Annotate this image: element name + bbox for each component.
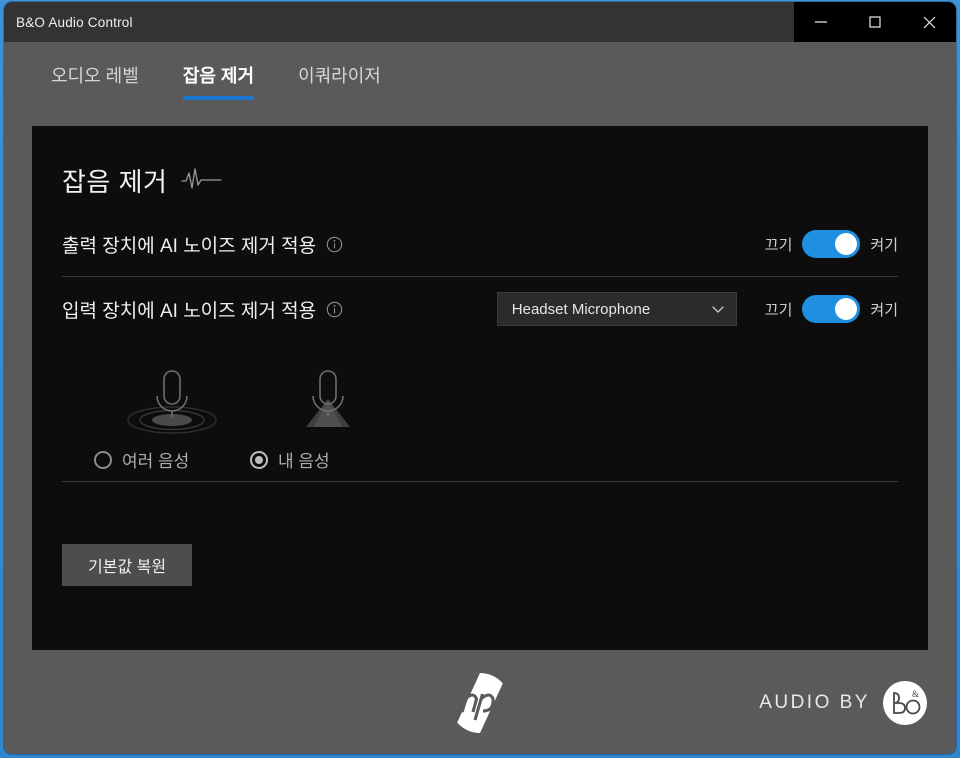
hp-logo	[449, 672, 511, 734]
window-controls	[794, 2, 956, 42]
radio-my-voice[interactable]	[250, 450, 268, 469]
info-icon[interactable]	[326, 301, 343, 318]
tab-label: 오디오 레벨	[51, 66, 139, 86]
toggle-knob	[835, 298, 858, 320]
output-noise-toggle[interactable]	[802, 230, 861, 258]
tab-noise-removal[interactable]: 잡음 제거	[182, 62, 255, 100]
input-device-selected-value: Headset Microphone	[511, 300, 651, 318]
tab-audio-level[interactable]: 오디오 레벨	[51, 62, 139, 100]
radio-multiple-voices[interactable]	[94, 450, 112, 469]
toggle-on-label: 켜기	[870, 236, 898, 254]
input-device-row: 입력 장치에 AI 노이즈 제거 적용 Headset Microphone 끄…	[32, 277, 928, 341]
input-device-label: 입력 장치에 AI 노이즈 제거 적용	[62, 300, 317, 322]
panel-header: 잡음 제거	[32, 126, 928, 212]
bang-olufsen-logo: &	[883, 681, 927, 725]
close-icon	[923, 16, 935, 28]
audio-by-text: AUDIO BY	[759, 692, 870, 713]
maximize-button[interactable]	[848, 2, 902, 42]
input-noise-toggle[interactable]	[802, 295, 861, 323]
tab-active-indicator	[182, 96, 255, 100]
output-device-row: 출력 장치에 AI 노이즈 제거 적용 끄기 켜기	[32, 212, 928, 276]
content-panel: 잡음 제거 출력 장치에 AI 노이즈 제거 적용 끄기 켜기 입력 장치에 A…	[32, 126, 928, 650]
title-bar: B&O Audio Control	[4, 2, 956, 42]
chevron-down-icon	[712, 306, 724, 313]
desktop-background: B&O Audio Control 오디오 레벨 잡음 제거 이쿼라이저 잡음 …	[0, 0, 960, 758]
tab-label: 이쿼라이저	[298, 66, 381, 86]
mic-option-multiple-voices[interactable]: 여러 음성	[94, 359, 250, 481]
page-title: 잡음 제거	[62, 166, 168, 197]
minimize-button[interactable]	[794, 2, 848, 42]
microphone-directional-icon	[306, 370, 350, 427]
radio-row-multiple-voices[interactable]: 여러 음성	[94, 447, 250, 472]
microphone-omni-icon	[127, 370, 217, 434]
input-device-select[interactable]: Headset Microphone	[496, 292, 737, 326]
waveform-icon	[181, 168, 223, 189]
input-toggle-group: 끄기 켜기	[765, 295, 898, 323]
minimize-icon	[815, 21, 827, 23]
restore-defaults-button[interactable]: 기본값 복원	[62, 544, 193, 586]
info-icon[interactable]	[326, 236, 343, 253]
tab-bar: 오디오 레벨 잡음 제거 이쿼라이저	[4, 42, 956, 118]
app-window: B&O Audio Control 오디오 레벨 잡음 제거 이쿼라이저 잡음 …	[4, 2, 956, 754]
footer-branding: AUDIO BY &	[4, 650, 956, 754]
mic-art	[94, 359, 250, 437]
radio-label: 내 음성	[278, 452, 330, 471]
audio-by-bo-brand: AUDIO BY &	[759, 680, 928, 726]
toggle-on-label: 켜기	[870, 301, 898, 319]
mic-art	[250, 359, 406, 437]
window-title: B&O Audio Control	[16, 14, 133, 30]
restore-defaults-area: 기본값 복원	[32, 482, 928, 586]
maximize-icon	[869, 16, 881, 28]
tab-equalizer[interactable]: 이쿼라이저	[298, 62, 381, 100]
mic-option-my-voice[interactable]: 내 음성	[250, 359, 406, 481]
radio-label: 여러 음성	[122, 452, 190, 471]
svg-text:&: &	[912, 689, 919, 699]
output-toggle-group: 끄기 켜기	[765, 230, 898, 258]
output-device-label: 출력 장치에 AI 노이즈 제거 적용	[62, 235, 317, 257]
radio-row-my-voice[interactable]: 내 음성	[250, 447, 406, 472]
tab-label: 잡음 제거	[182, 66, 255, 86]
mic-pickup-options: 여러 음성 내 음성	[32, 341, 928, 481]
toggle-off-label: 끄기	[764, 301, 793, 319]
toggle-knob	[835, 233, 858, 255]
close-button[interactable]	[902, 2, 956, 42]
toggle-off-label: 끄기	[764, 236, 793, 254]
